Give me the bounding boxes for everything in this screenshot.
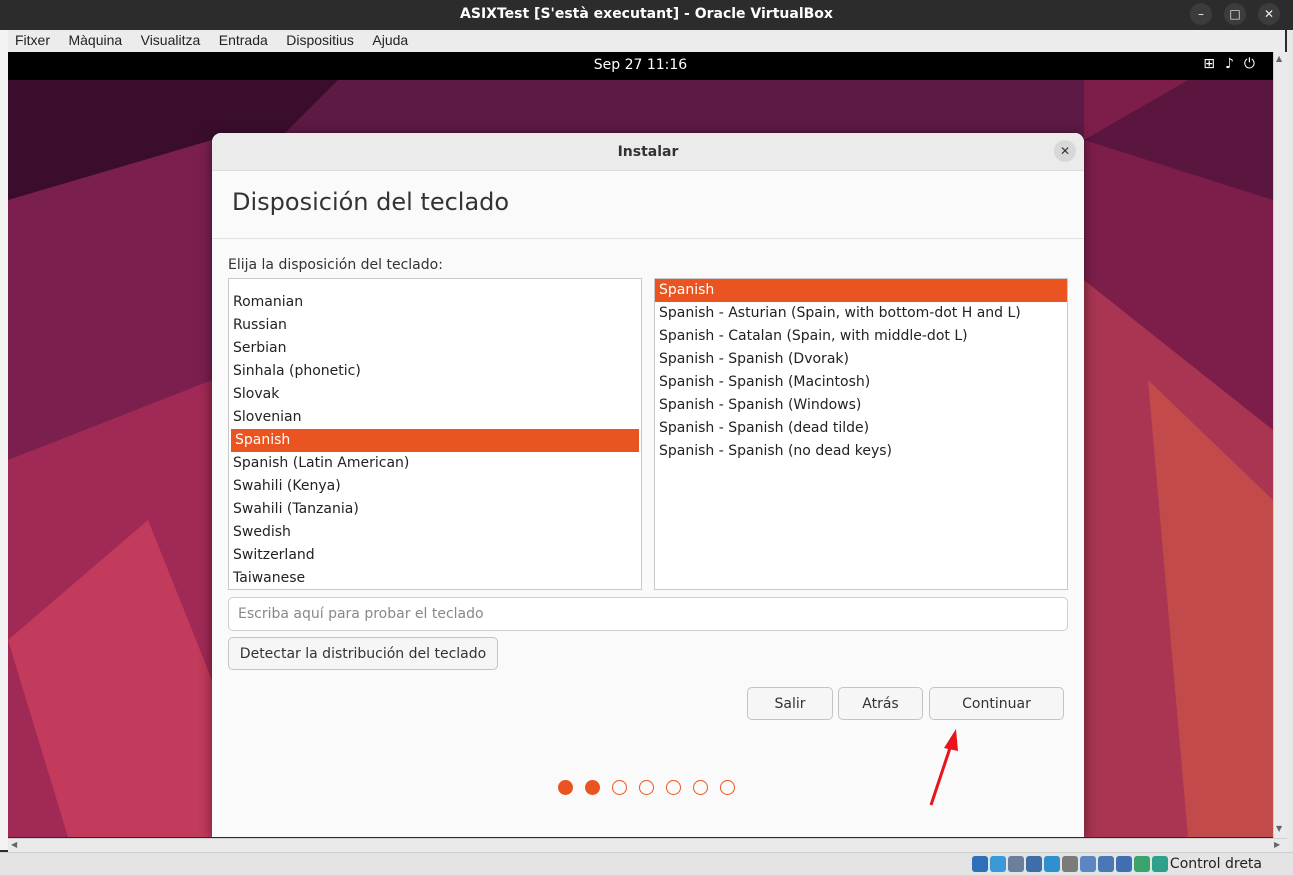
layout-item[interactable]: Serbian <box>229 337 641 360</box>
installer-dialog: Instalar ✕ Disposición del teclado Elija… <box>212 133 1084 837</box>
guest-clock[interactable]: Sep 27 11:16 <box>8 57 1273 73</box>
layout-item-selected[interactable]: Spanish <box>231 429 639 452</box>
installer-header: Instalar ✕ <box>212 133 1084 171</box>
maximize-button[interactable]: □ <box>1224 3 1246 25</box>
variant-item[interactable]: Spanish - Spanish (no dead keys) <box>655 440 1067 463</box>
layout-item[interactable]: Slovak <box>229 383 641 406</box>
page-header: Disposición del teclado <box>212 171 1084 239</box>
page-title: Disposición del teclado <box>232 188 510 216</box>
layout-item[interactable]: Sinhala (phonetic) <box>229 360 641 383</box>
progress-dot-pending <box>720 780 735 795</box>
hard-disk-icon[interactable] <box>972 856 988 872</box>
layout-item[interactable]: Slovenian <box>229 406 641 429</box>
host-background-edge <box>1287 30 1293 875</box>
minimize-button[interactable]: – <box>1190 3 1212 25</box>
installer-close-button[interactable]: ✕ <box>1054 140 1076 162</box>
back-button[interactable]: Atrás <box>838 687 923 720</box>
progress-dot-complete <box>585 780 600 795</box>
layout-item[interactable]: Taiwanese <box>229 567 641 589</box>
network-icon[interactable]: ⊞ <box>1203 56 1225 72</box>
layout-item[interactable]: Romanian <box>229 291 641 314</box>
detect-layout-button[interactable]: Detectar la distribución del teclado <box>228 637 498 670</box>
scroll-down-icon[interactable]: ▼ <box>1276 824 1282 833</box>
guest-additions-icon[interactable] <box>1134 856 1150 872</box>
variant-item-selected[interactable]: Spanish <box>655 279 1067 302</box>
variant-item[interactable]: Spanish - Asturian (Spain, with bottom-d… <box>655 302 1067 325</box>
variant-item[interactable]: Spanish - Spanish (Macintosh) <box>655 371 1067 394</box>
layout-prompt: Elija la disposición del teclado: <box>228 257 443 273</box>
layout-item[interactable]: Switzerland <box>229 544 641 567</box>
progress-dot-complete <box>558 780 573 795</box>
network-adapter-icon[interactable] <box>1026 856 1042 872</box>
variant-item[interactable]: Spanish - Catalan (Spain, with middle-do… <box>655 325 1067 348</box>
host-key-label: Control dreta <box>1169 856 1262 872</box>
layout-item[interactable]: Russian <box>229 314 641 337</box>
progress-dot-pending <box>639 780 654 795</box>
layout-item-partial[interactable] <box>229 279 641 291</box>
menubar: Fitxer Màquina Visualitza Entrada Dispos… <box>8 30 1285 52</box>
system-tray[interactable]: ⊞♪⏻ <box>1203 56 1265 72</box>
progress-dot-pending <box>612 780 627 795</box>
layout-item[interactable]: Swahili (Tanzania) <box>229 498 641 521</box>
menu-visualitza[interactable]: Visualitza <box>134 30 208 48</box>
keyboard-test-input[interactable]: Escriba aquí para probar el teclado <box>228 597 1068 631</box>
scroll-right-icon[interactable]: ▶ <box>1274 840 1280 849</box>
display-icon[interactable] <box>1080 856 1096 872</box>
layout-item[interactable]: Swedish <box>229 521 641 544</box>
menu-dispositius[interactable]: Dispositius <box>279 30 361 48</box>
cpu-icon[interactable] <box>1116 856 1132 872</box>
window-title: ASIXTest [S'està executant] - Oracle Vir… <box>460 6 833 22</box>
guest-topbar: Sep 27 11:16 ⊞♪⏻ <box>8 52 1273 80</box>
variant-item[interactable]: Spanish - Spanish (Dvorak) <box>655 348 1067 371</box>
progress-dot-pending <box>693 780 708 795</box>
variant-list[interactable]: Spanish Spanish - Asturian (Spain, with … <box>654 278 1068 590</box>
quit-button[interactable]: Salir <box>747 687 833 720</box>
menu-entrada[interactable]: Entrada <box>212 30 275 48</box>
vm-screen[interactable]: Sep 27 11:16 ⊞♪⏻ Instalar ✕ Disposición … <box>8 52 1273 837</box>
vertical-scrollbar[interactable]: ▲ ▼ <box>1273 52 1287 838</box>
variant-item[interactable]: Spanish - Spanish (dead tilde) <box>655 417 1067 440</box>
horizontal-scrollbar[interactable]: ◀ ▶ <box>8 838 1287 852</box>
menu-ajuda[interactable]: Ajuda <box>365 30 415 48</box>
host-background-strip <box>0 30 8 850</box>
installer-title: Instalar <box>617 144 679 160</box>
menu-fitxer[interactable]: Fitxer <box>8 30 57 48</box>
power-icon[interactable]: ⏻ <box>1244 56 1265 72</box>
variant-item[interactable]: Spanish - Spanish (Windows) <box>655 394 1067 417</box>
audio-icon[interactable] <box>1008 856 1024 872</box>
layout-item[interactable]: Swahili (Kenya) <box>229 475 641 498</box>
close-button[interactable]: ✕ <box>1258 3 1280 25</box>
status-icons <box>972 856 1168 872</box>
progress-dot-pending <box>666 780 681 795</box>
progress-dots <box>558 780 735 795</box>
mouse-integration-icon[interactable] <box>1152 856 1168 872</box>
continue-button[interactable]: Continuar <box>929 687 1064 720</box>
optical-drive-icon[interactable] <box>990 856 1006 872</box>
layout-item[interactable]: Spanish (Latin American) <box>229 452 641 475</box>
statusbar: Control dreta <box>0 852 1293 875</box>
volume-icon[interactable]: ♪ <box>1225 56 1244 72</box>
menu-maquina[interactable]: Màquina <box>61 30 129 48</box>
recording-icon[interactable] <box>1098 856 1114 872</box>
shared-folders-icon[interactable] <box>1062 856 1078 872</box>
window-titlebar: ASIXTest [S'està executant] - Oracle Vir… <box>0 0 1293 30</box>
layout-list[interactable]: Romanian Russian Serbian Sinhala (phonet… <box>228 278 642 590</box>
scroll-up-icon[interactable]: ▲ <box>1276 54 1282 63</box>
usb-icon[interactable] <box>1044 856 1060 872</box>
scroll-left-icon[interactable]: ◀ <box>11 840 17 849</box>
